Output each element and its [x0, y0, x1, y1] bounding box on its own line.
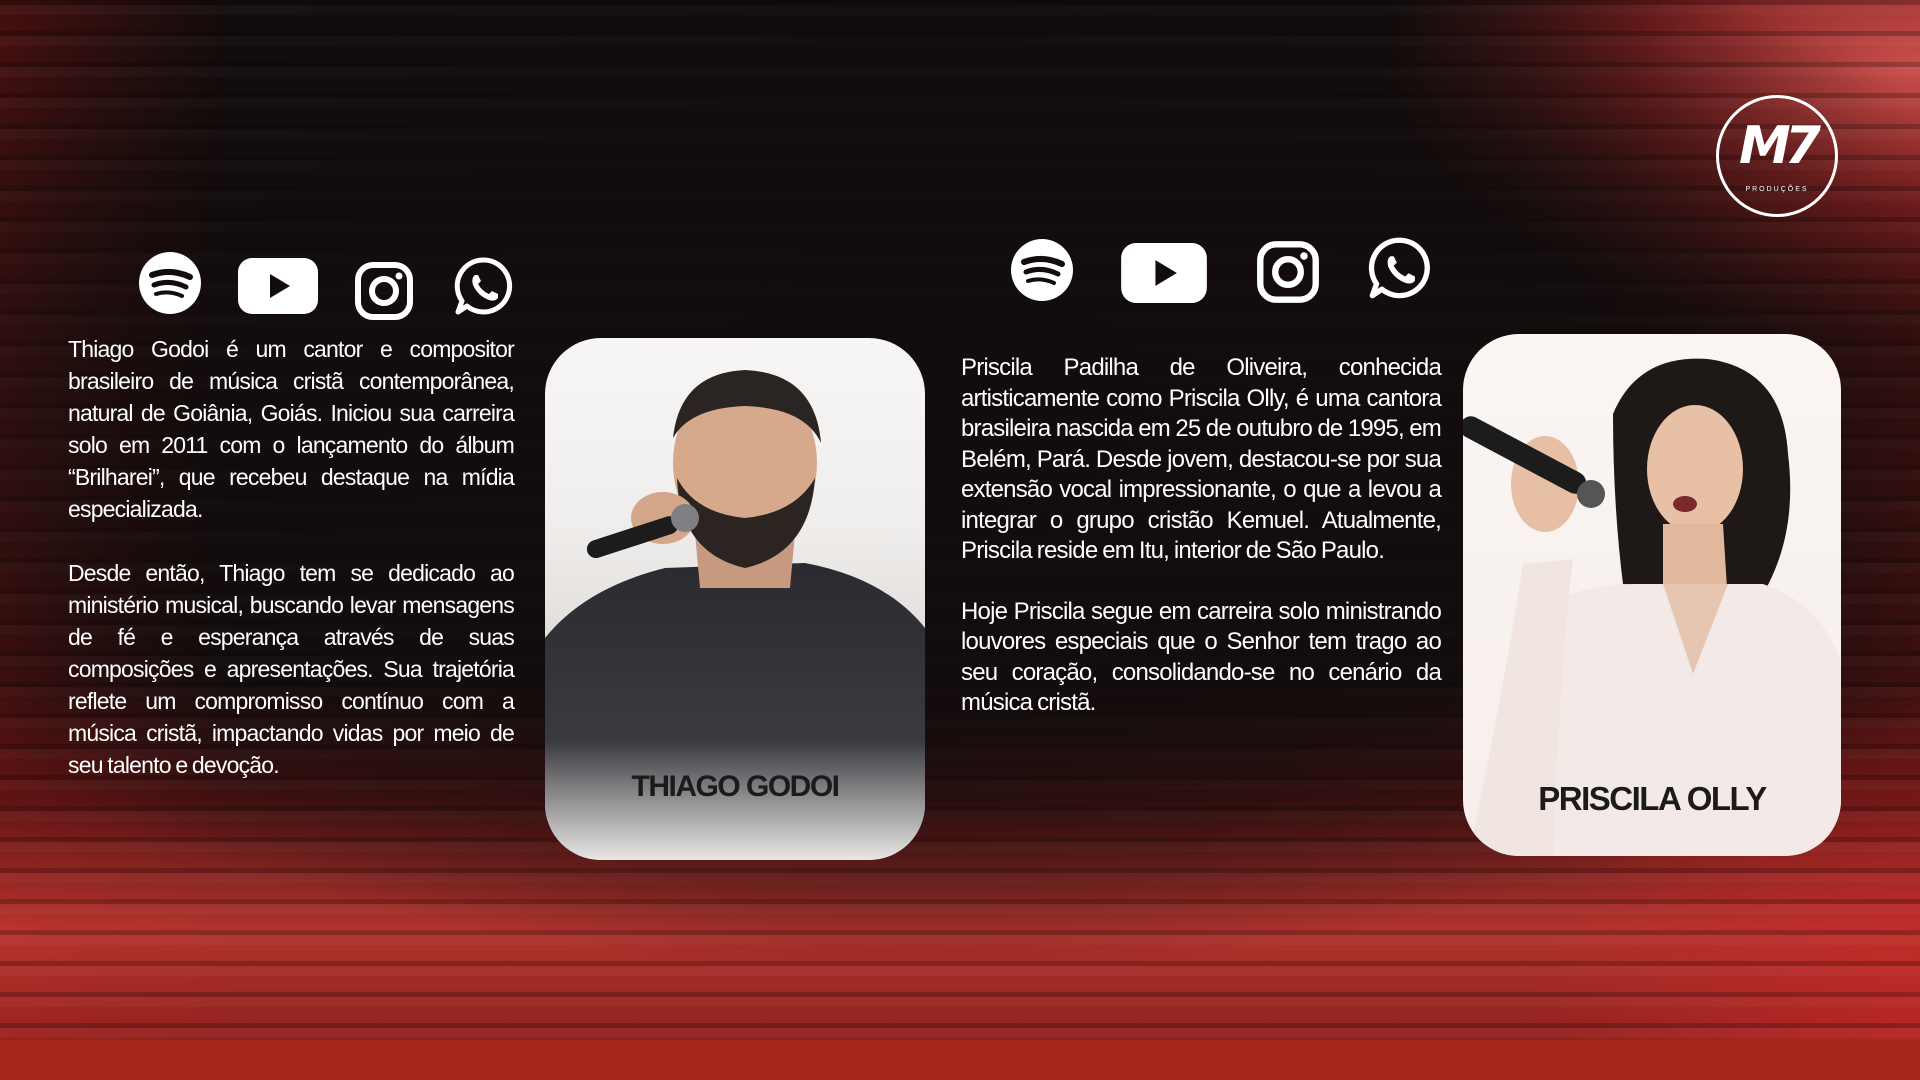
logo-subtitle: PRODUÇÕES [1745, 186, 1809, 193]
thiago-bio-paragraph-1: Thiago Godoi é um cantor e compositor br… [68, 336, 515, 522]
priscila-bio: Priscila Padilha de Oliveira, conhecida … [961, 353, 1442, 719]
m7-logo[interactable]: M7 PRODUÇÕES [1716, 95, 1838, 217]
thiago-name: THIAGO GODOI [631, 770, 841, 803]
whatsapp-icon[interactable] [453, 256, 515, 318]
bottom-accent-bar [0, 1040, 1920, 1080]
spotify-icon[interactable] [138, 251, 202, 315]
youtube-icon[interactable] [1121, 243, 1207, 303]
instagram-icon[interactable] [1256, 240, 1320, 304]
thiago-bio: Thiago Godoi é um cantor e compositor br… [68, 333, 515, 781]
priscila-olly-card[interactable]: PRISCILA OLLY [1463, 334, 1841, 856]
priscila-bio-paragraph-1: Priscila Padilha de Oliveira, conhecida … [961, 354, 1442, 564]
thiago-godoi-card[interactable]: THIAGO GODOI [545, 338, 925, 860]
whatsapp-icon[interactable] [1367, 236, 1433, 302]
youtube-icon[interactable] [238, 258, 318, 314]
priscila-name: PRISCILA OLLY [1538, 780, 1767, 817]
spotify-icon[interactable] [1010, 238, 1074, 302]
thiago-bio-paragraph-2: Desde então, Thiago tem se dedicado ao m… [68, 560, 515, 778]
logo-mark: M7 [1739, 116, 1821, 176]
priscila-bio-paragraph-2: Hoje Priscila segue em carreira solo min… [961, 597, 1442, 717]
instagram-icon[interactable] [354, 261, 414, 321]
priscila-photo [1463, 358, 1841, 856]
